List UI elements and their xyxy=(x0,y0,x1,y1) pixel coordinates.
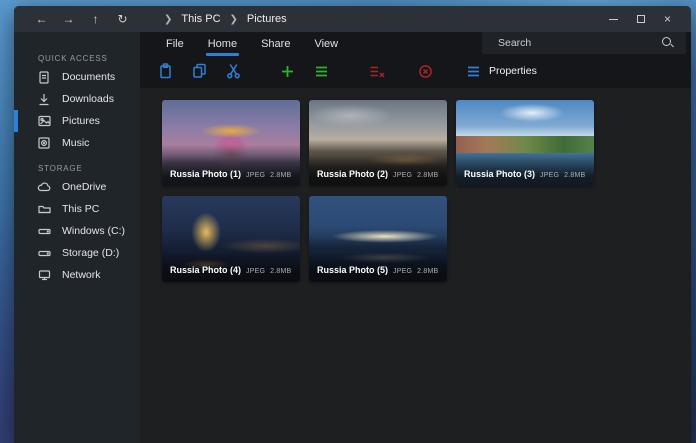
sidebar-item-label: Documents xyxy=(62,71,115,83)
drive-icon xyxy=(37,224,51,238)
delete-icon[interactable] xyxy=(408,58,442,84)
file-label: Russia Photo (1) JPEG 2.8MB xyxy=(162,156,300,186)
minimize-button[interactable] xyxy=(600,6,627,32)
file-grid: Russia Photo (1) JPEG 2.8MB Russia Photo… xyxy=(140,88,691,443)
sidebar-item-onedrive[interactable]: OneDrive xyxy=(14,176,140,198)
properties-label: Properties xyxy=(489,65,537,77)
music-icon xyxy=(37,136,51,150)
file-size: 2.8MB xyxy=(270,172,291,179)
file-type: JPEG xyxy=(393,268,412,275)
search-icon[interactable] xyxy=(658,32,678,54)
file-name: Russia Photo (3) xyxy=(464,169,535,179)
file-explorer-window: ← → ↑ ↻ ❯ This PC ❯ Pictures × QUICK ACC… xyxy=(14,6,691,443)
minimize-icon xyxy=(609,19,618,20)
picture-icon xyxy=(37,114,51,128)
breadcrumb: ❯ This PC ❯ Pictures xyxy=(164,13,287,25)
sidebar-item-label: Pictures xyxy=(62,115,100,127)
file-card-russia-photo-2[interactable]: Russia Photo (2) JPEG 2.8MB xyxy=(309,100,447,186)
titlebar: ← → ↑ ↻ ❯ This PC ❯ Pictures × xyxy=(14,6,691,32)
download-icon xyxy=(37,92,51,106)
file-card-russia-photo-4[interactable]: Russia Photo (4) JPEG 2.8MB xyxy=(162,196,300,282)
sidebar-item-label: OneDrive xyxy=(62,181,106,193)
cloud-icon xyxy=(37,180,51,194)
quick-access-list: Documents Downloads Pictures xyxy=(14,66,140,154)
file-type: JPEG xyxy=(246,268,265,275)
pc-icon xyxy=(37,202,51,216)
file-name: Russia Photo (5) xyxy=(317,265,388,275)
file-card-russia-photo-1[interactable]: Russia Photo (1) JPEG 2.8MB xyxy=(162,100,300,186)
properties-button[interactable]: Properties xyxy=(464,58,537,84)
chevron-right-icon: ❯ xyxy=(230,14,238,25)
up-icon[interactable]: ↑ xyxy=(82,6,109,32)
file-label: Russia Photo (4) JPEG 2.8MB xyxy=(162,252,300,282)
tab-home[interactable]: Home xyxy=(196,32,249,56)
properties-icon xyxy=(464,58,482,84)
tab-file[interactable]: File xyxy=(154,32,196,56)
forward-icon[interactable]: → xyxy=(55,6,82,32)
right-pane: File Home Share View xyxy=(140,32,691,443)
document-icon xyxy=(37,70,51,84)
file-label: Russia Photo (3) JPEG 2.8MB xyxy=(456,156,594,186)
sidebar-item-label: Storage (D:) xyxy=(62,247,119,259)
new-item-icon[interactable] xyxy=(270,58,304,84)
copy-icon[interactable] xyxy=(182,58,216,84)
toolbar: Properties xyxy=(140,56,691,86)
section-title-storage: STORAGE xyxy=(14,162,140,176)
file-name: Russia Photo (1) xyxy=(170,169,241,179)
search-input[interactable] xyxy=(482,37,658,49)
sidebar-item-pictures[interactable]: Pictures xyxy=(14,110,140,132)
maximize-button[interactable] xyxy=(627,6,654,32)
remove-list-icon[interactable] xyxy=(360,58,394,84)
sidebar-item-label: Downloads xyxy=(62,93,114,105)
storage-list: OneDrive This PC Windows (C:) xyxy=(14,176,140,286)
file-label: Russia Photo (5) JPEG 2.8MB xyxy=(309,252,447,282)
tab-share[interactable]: Share xyxy=(249,32,302,56)
file-card-russia-photo-3[interactable]: Russia Photo (3) JPEG 2.8MB xyxy=(456,100,594,186)
window-controls: × xyxy=(600,6,681,32)
sidebar-item-storage-d[interactable]: Storage (D:) xyxy=(14,242,140,264)
breadcrumb-this-pc[interactable]: This PC xyxy=(181,13,220,25)
sidebar-item-documents[interactable]: Documents xyxy=(14,66,140,88)
sidebar-item-windows-c[interactable]: Windows (C:) xyxy=(14,220,140,242)
chevron-right-icon: ❯ xyxy=(164,14,172,25)
file-type: JPEG xyxy=(540,172,559,179)
paste-icon[interactable] xyxy=(148,58,182,84)
sidebar-item-music[interactable]: Music xyxy=(14,132,140,154)
file-name: Russia Photo (2) xyxy=(317,169,388,179)
drive-icon xyxy=(37,246,51,260)
file-name: Russia Photo (4) xyxy=(170,265,241,275)
sidebar-item-label: This PC xyxy=(62,203,99,215)
tab-view[interactable]: View xyxy=(302,32,350,56)
search-box xyxy=(482,32,686,54)
close-button[interactable]: × xyxy=(654,6,681,32)
refresh-icon[interactable]: ↻ xyxy=(109,6,136,32)
sidebar: QUICK ACCESS Documents Downloads xyxy=(14,32,140,443)
sidebar-item-downloads[interactable]: Downloads xyxy=(14,88,140,110)
file-size: 2.8MB xyxy=(417,268,438,275)
sidebar-item-label: Windows (C:) xyxy=(62,225,125,237)
network-icon xyxy=(37,268,51,282)
sidebar-item-label: Music xyxy=(62,137,89,149)
file-size: 2.8MB xyxy=(417,172,438,179)
file-size: 2.8MB xyxy=(564,172,585,179)
file-card-russia-photo-5[interactable]: Russia Photo (5) JPEG 2.8MB xyxy=(309,196,447,282)
back-icon[interactable]: ← xyxy=(28,6,55,32)
file-label: Russia Photo (2) JPEG 2.8MB xyxy=(309,156,447,186)
maximize-icon xyxy=(637,15,645,23)
sidebar-item-this-pc[interactable]: This PC xyxy=(14,198,140,220)
file-size: 2.8MB xyxy=(270,268,291,275)
breadcrumb-pictures[interactable]: Pictures xyxy=(247,13,287,25)
nav-buttons: ← → ↑ ↻ xyxy=(28,6,136,32)
section-title-quick-access: QUICK ACCESS xyxy=(14,52,140,66)
sidebar-item-network[interactable]: Network xyxy=(14,264,140,286)
ribbon: File Home Share View xyxy=(140,32,691,88)
sidebar-item-label: Network xyxy=(62,269,101,281)
select-list-icon[interactable] xyxy=(304,58,338,84)
file-type: JPEG xyxy=(246,172,265,179)
file-type: JPEG xyxy=(393,172,412,179)
cut-icon[interactable] xyxy=(216,58,250,84)
